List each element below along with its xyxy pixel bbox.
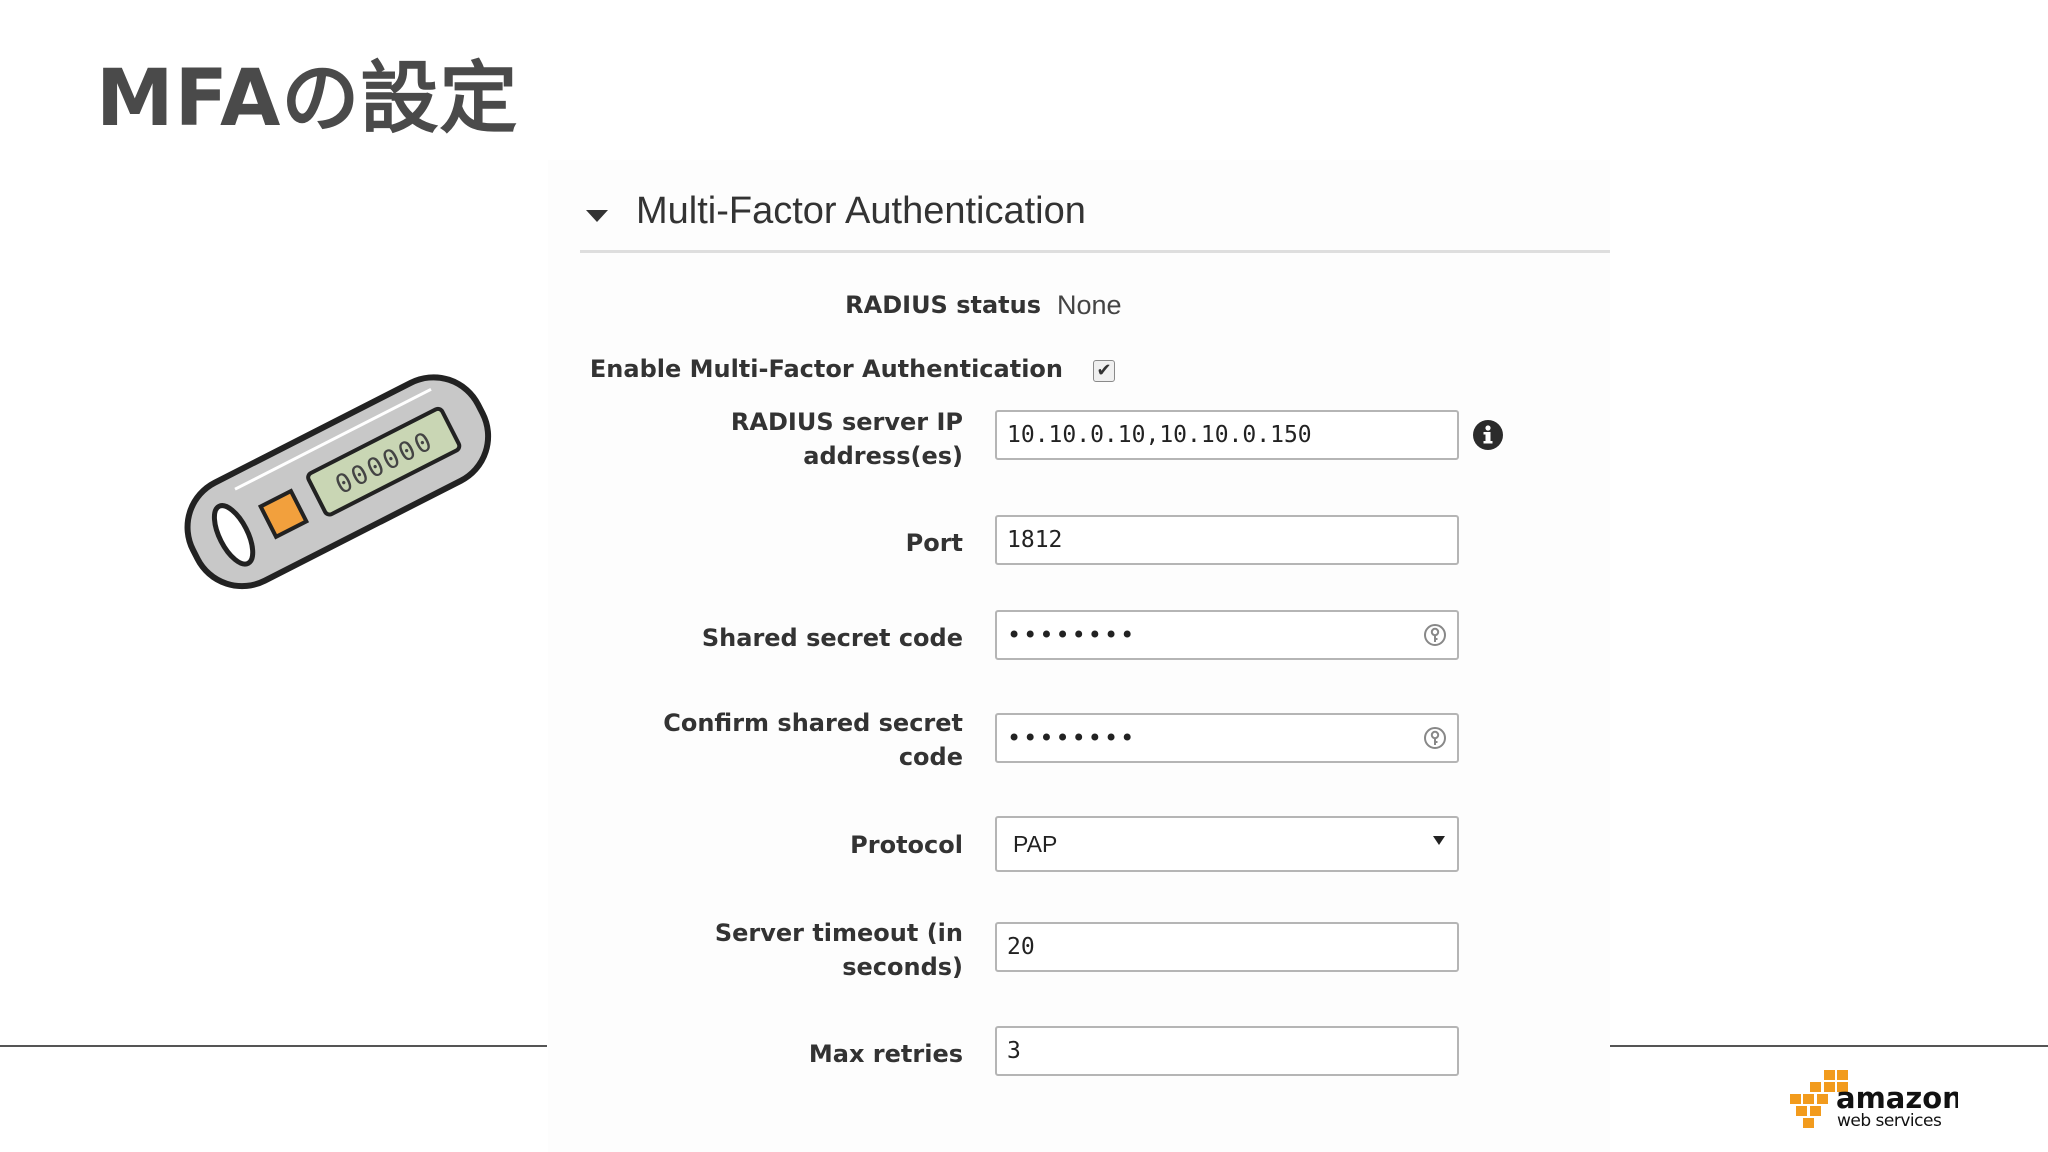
section-title[interactable]: Multi-Factor Authentication bbox=[636, 190, 1086, 233]
radius-status-value: None bbox=[1057, 290, 1122, 320]
aws-logo: amazon web services bbox=[1790, 1070, 1958, 1130]
shared-secret-label: Shared secret code bbox=[701, 624, 963, 652]
footer-divider-left bbox=[0, 1045, 547, 1047]
slide-title: MFAの設定 bbox=[96, 54, 519, 144]
radius-ip-label-line2: address(es) bbox=[803, 442, 963, 470]
confirm-secret-label-line1: Confirm shared secret bbox=[663, 709, 963, 737]
confirm-secret-label-line2: code bbox=[898, 743, 963, 771]
radius-ip-input[interactable]: 10.10.0.10,10.10.0.150 bbox=[995, 410, 1459, 460]
port-input[interactable]: 1812 bbox=[995, 515, 1459, 565]
protocol-select[interactable]: PAP bbox=[995, 816, 1459, 872]
protocol-selected-value: PAP bbox=[1013, 831, 1058, 857]
info-icon[interactable] bbox=[1472, 419, 1504, 451]
shared-secret-value: •••••••• bbox=[1007, 621, 1137, 649]
confirm-secret-input[interactable]: •••••••• bbox=[995, 713, 1459, 763]
shared-secret-input[interactable]: •••••••• bbox=[995, 610, 1459, 660]
server-timeout-label-line2: seconds) bbox=[842, 953, 963, 981]
radius-ip-label-line1: RADIUS server IP bbox=[730, 408, 963, 436]
enable-mfa-checkbox[interactable]: ✔ bbox=[1093, 360, 1115, 382]
aws-logo-subtext: web services bbox=[1837, 1111, 1942, 1130]
max-retries-input[interactable]: 3 bbox=[995, 1026, 1459, 1076]
caret-down-icon[interactable] bbox=[586, 210, 608, 222]
port-label: Port bbox=[905, 529, 963, 557]
confirm-secret-value: •••••••• bbox=[1007, 724, 1137, 752]
protocol-label: Protocol bbox=[850, 831, 963, 859]
mfa-token-illustration: 000000 bbox=[184, 374, 492, 590]
key-icon[interactable] bbox=[1423, 623, 1447, 647]
aws-logo-wordmark: amazon bbox=[1836, 1081, 1958, 1115]
radius-status-label: RADIUS status bbox=[845, 291, 1041, 319]
server-timeout-input[interactable]: 20 bbox=[995, 922, 1459, 972]
max-retries-label: Max retries bbox=[808, 1040, 963, 1068]
mfa-settings-panel: Multi-Factor Authentication RADIUS statu… bbox=[548, 160, 1610, 1152]
footer-divider-right bbox=[1610, 1045, 2048, 1047]
server-timeout-label-line1: Server timeout (in bbox=[714, 919, 963, 947]
enable-mfa-label: Enable Multi-Factor Authentication bbox=[589, 355, 1063, 383]
chevron-down-icon[interactable] bbox=[1433, 836, 1445, 845]
key-icon[interactable] bbox=[1423, 726, 1447, 750]
